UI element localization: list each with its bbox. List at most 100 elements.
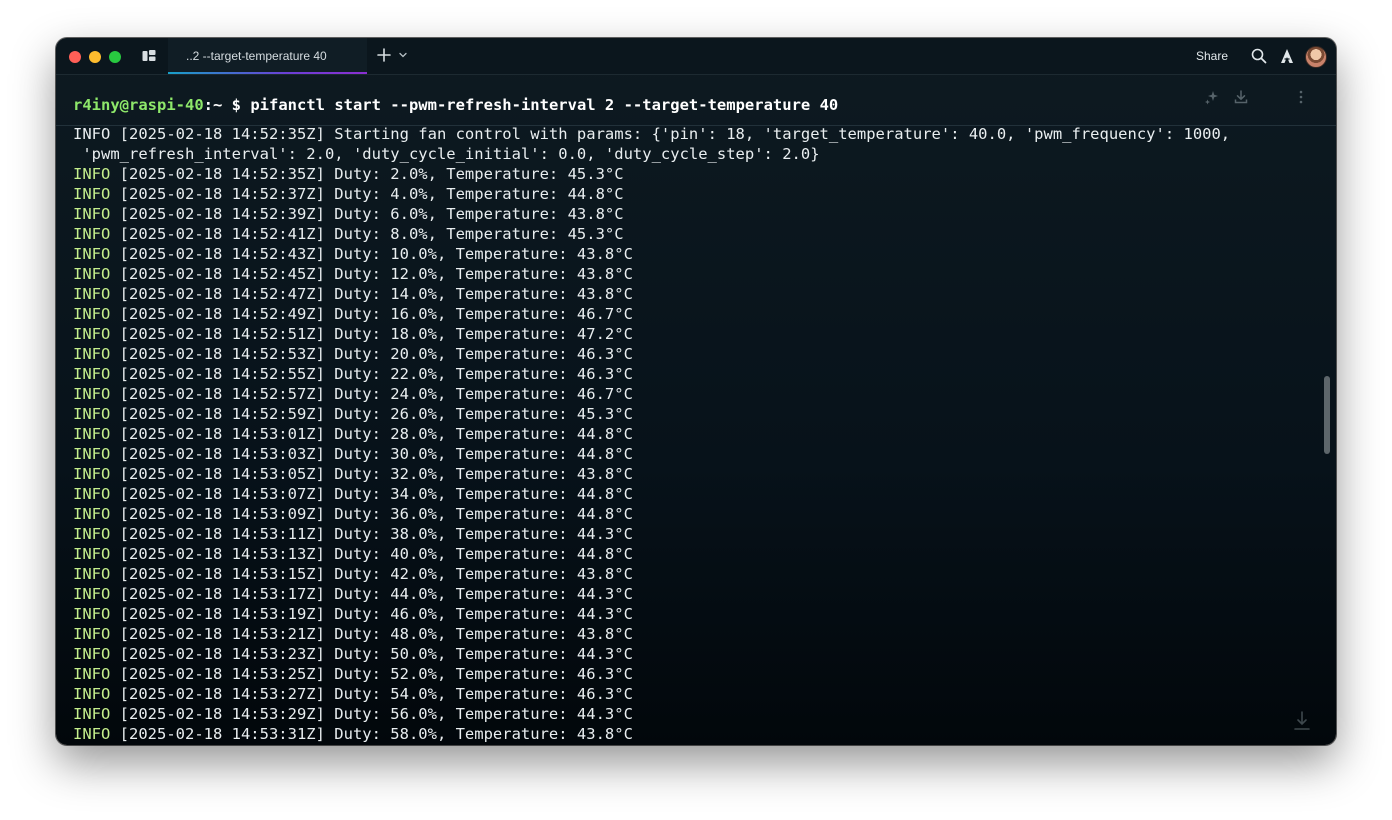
log-level: INFO (73, 485, 111, 503)
log-level: INFO (73, 345, 111, 363)
log-line: 'pwm_refresh_interval': 2.0, 'duty_cycle… (73, 144, 1318, 164)
log-message: [2025-02-18 14:52:53Z] Duty: 20.0%, Temp… (110, 345, 633, 363)
log-level: INFO (73, 285, 111, 303)
log-message: [2025-02-18 14:52:59Z] Duty: 26.0%, Temp… (110, 405, 633, 423)
log-level: INFO (73, 125, 111, 143)
log-line: INFO [2025-02-18 14:53:05Z] Duty: 32.0%,… (73, 464, 1318, 484)
log-line: INFO [2025-02-18 14:52:59Z] Duty: 26.0%,… (73, 404, 1318, 424)
log-line: INFO [2025-02-18 14:52:35Z] Starting fan… (73, 124, 1318, 144)
warp-logo-icon[interactable] (1280, 48, 1294, 64)
log-level: INFO (73, 385, 111, 403)
log-level: INFO (73, 725, 111, 743)
log-line: INFO [2025-02-18 14:52:39Z] Duty: 6.0%, … (73, 204, 1318, 224)
plus-icon[interactable] (376, 47, 392, 63)
log-level: INFO (73, 265, 111, 283)
log-line: INFO [2025-02-18 14:53:31Z] Duty: 58.0%,… (73, 724, 1318, 744)
log-line: INFO [2025-02-18 14:52:57Z] Duty: 24.0%,… (73, 384, 1318, 404)
log-level: INFO (73, 705, 111, 723)
log-message: [2025-02-18 14:53:03Z] Duty: 30.0%, Temp… (110, 445, 633, 463)
close-window-button[interactable] (69, 51, 81, 63)
zoom-window-button[interactable] (109, 51, 121, 63)
log-message: [2025-02-18 14:52:55Z] Duty: 22.0%, Temp… (110, 365, 633, 383)
log-level: INFO (73, 365, 111, 383)
log-message: [2025-02-18 14:52:37Z] Duty: 4.0%, Tempe… (110, 185, 624, 203)
log-level: INFO (73, 505, 111, 523)
log-message: [2025-02-18 14:52:57Z] Duty: 24.0%, Temp… (110, 385, 633, 403)
tab-active-indicator (168, 72, 367, 74)
log-level: INFO (73, 625, 111, 643)
log-message: [2025-02-18 14:53:11Z] Duty: 38.0%, Temp… (110, 525, 633, 543)
log-level: INFO (73, 565, 111, 583)
log-line: INFO [2025-02-18 14:53:07Z] Duty: 34.0%,… (73, 484, 1318, 504)
chevron-down-icon[interactable] (399, 51, 407, 59)
log-level: INFO (73, 665, 111, 683)
log-line: INFO [2025-02-18 14:53:17Z] Duty: 44.0%,… (73, 584, 1318, 604)
log-level: INFO (73, 165, 111, 183)
log-level: INFO (73, 225, 111, 243)
prompt-command: pifanctl start --pwm-refresh-interval 2 … (250, 96, 839, 114)
log-message: [2025-02-18 14:52:39Z] Duty: 6.0%, Tempe… (110, 205, 624, 223)
sparkle-icon[interactable] (1204, 89, 1220, 105)
log-message: [2025-02-18 14:53:07Z] Duty: 34.0%, Temp… (110, 485, 633, 503)
log-level: INFO (73, 325, 111, 343)
log-level: INFO (73, 545, 111, 563)
search-icon[interactable] (1251, 48, 1267, 64)
log-line: INFO [2025-02-18 14:52:47Z] Duty: 14.0%,… (73, 284, 1318, 304)
command-output: INFO [2025-02-18 14:52:35Z] Starting fan… (73, 124, 1318, 744)
log-message: [2025-02-18 14:52:49Z] Duty: 16.0%, Temp… (110, 305, 633, 323)
log-message: [2025-02-18 14:53:17Z] Duty: 44.0%, Temp… (110, 585, 633, 603)
log-message: [2025-02-18 14:52:35Z] Starting fan cont… (110, 125, 1231, 143)
log-message: [2025-02-18 14:53:01Z] Duty: 28.0%, Temp… (110, 425, 633, 443)
log-line: INFO [2025-02-18 14:52:45Z] Duty: 12.0%,… (73, 264, 1318, 284)
log-message: [2025-02-18 14:53:19Z] Duty: 46.0%, Temp… (110, 605, 633, 623)
log-line: INFO [2025-02-18 14:52:53Z] Duty: 20.0%,… (73, 344, 1318, 364)
log-message: [2025-02-18 14:53:13Z] Duty: 40.0%, Temp… (110, 545, 633, 563)
log-level: INFO (73, 405, 111, 423)
scroll-to-bottom-icon[interactable] (1294, 710, 1310, 732)
log-message: [2025-02-18 14:53:31Z] Duty: 58.0%, Temp… (110, 725, 633, 743)
log-line: INFO [2025-02-18 14:53:23Z] Duty: 50.0%,… (73, 644, 1318, 664)
log-line: INFO [2025-02-18 14:52:51Z] Duty: 18.0%,… (73, 324, 1318, 344)
log-message: [2025-02-18 14:52:35Z] Duty: 2.0%, Tempe… (110, 165, 624, 183)
log-line: INFO [2025-02-18 14:53:29Z] Duty: 56.0%,… (73, 704, 1318, 724)
log-level: INFO (73, 245, 111, 263)
log-line: INFO [2025-02-18 14:52:41Z] Duty: 8.0%, … (73, 224, 1318, 244)
log-level: INFO (73, 605, 111, 623)
log-line: INFO [2025-02-18 14:53:15Z] Duty: 42.0%,… (73, 564, 1318, 584)
log-line: INFO [2025-02-18 14:52:37Z] Duty: 4.0%, … (73, 184, 1318, 204)
log-line: INFO [2025-02-18 14:53:21Z] Duty: 48.0%,… (73, 624, 1318, 644)
log-level: INFO (73, 465, 111, 483)
log-message: [2025-02-18 14:53:29Z] Duty: 56.0%, Temp… (110, 705, 633, 723)
log-message: [2025-02-18 14:53:09Z] Duty: 36.0%, Temp… (110, 505, 633, 523)
title-bar: ..2 --target-temperature 40 Share (56, 38, 1336, 75)
scrollbar-thumb[interactable] (1324, 376, 1330, 454)
log-message: [2025-02-18 14:53:27Z] Duty: 54.0%, Temp… (110, 685, 633, 703)
download-icon[interactable] (1233, 89, 1249, 105)
log-level: INFO (73, 525, 111, 543)
log-line: INFO [2025-02-18 14:53:03Z] Duty: 30.0%,… (73, 444, 1318, 464)
log-line: INFO [2025-02-18 14:53:09Z] Duty: 36.0%,… (73, 504, 1318, 524)
log-line: INFO [2025-02-18 14:52:55Z] Duty: 22.0%,… (73, 364, 1318, 384)
log-message: [2025-02-18 14:52:41Z] Duty: 8.0%, Tempe… (110, 225, 624, 243)
log-level: INFO (73, 305, 111, 323)
more-vertical-icon[interactable] (1296, 89, 1306, 105)
log-line: INFO [2025-02-18 14:52:35Z] Duty: 2.0%, … (73, 164, 1318, 184)
avatar[interactable] (1305, 46, 1327, 68)
log-message: [2025-02-18 14:53:23Z] Duty: 50.0%, Temp… (110, 645, 633, 663)
log-line: INFO [2025-02-18 14:52:43Z] Duty: 10.0%,… (73, 244, 1318, 264)
log-message: [2025-02-18 14:53:25Z] Duty: 52.0%, Temp… (110, 665, 633, 683)
panes-icon[interactable] (142, 50, 156, 62)
log-message: [2025-02-18 14:53:21Z] Duty: 48.0%, Temp… (110, 625, 633, 643)
prompt-symbol: $ (222, 96, 251, 114)
log-line: INFO [2025-02-18 14:53:13Z] Duty: 40.0%,… (73, 544, 1318, 564)
log-message: [2025-02-18 14:53:05Z] Duty: 32.0%, Temp… (110, 465, 633, 483)
share-button[interactable]: Share (1196, 49, 1228, 63)
log-message: [2025-02-18 14:52:51Z] Duty: 18.0%, Temp… (110, 325, 633, 343)
tab-active[interactable]: ..2 --target-temperature 40 (168, 38, 367, 74)
log-line: INFO [2025-02-18 14:53:11Z] Duty: 38.0%,… (73, 524, 1318, 544)
log-message: [2025-02-18 14:53:15Z] Duty: 42.0%, Temp… (110, 565, 633, 583)
log-level: INFO (73, 205, 111, 223)
minimize-window-button[interactable] (89, 51, 101, 63)
terminal-window: ..2 --target-temperature 40 Share r4iny@… (56, 38, 1336, 745)
log-level: INFO (73, 185, 111, 203)
